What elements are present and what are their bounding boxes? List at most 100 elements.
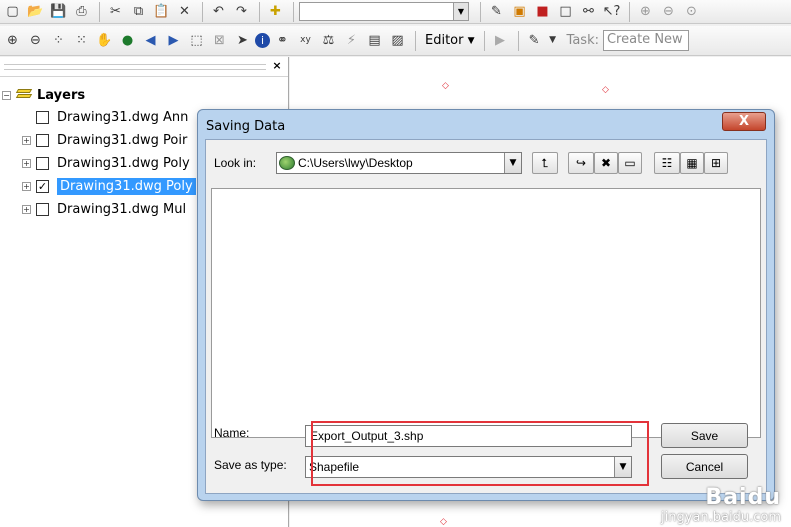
new-folder-icon[interactable]: ▭ [618,152,642,174]
layer-label: Drawing31.dwg Ann [57,109,189,125]
connect-folder-icon[interactable]: ↪ [568,152,594,174]
layer-visibility-checkbox[interactable] [36,133,49,147]
expand-icon[interactable]: + [22,181,31,191]
toc-layer-item[interactable]: + Drawing31.dwg Poir [22,129,187,151]
toolbar-separator [99,1,100,22]
clear-selection-icon[interactable]: ⊠ [209,30,230,51]
up-one-level-icon[interactable]: ⮤ [532,152,558,174]
toc-close-icon[interactable]: × [270,59,284,73]
watermark-url: jingyan.baidu.com [661,510,781,525]
save-button[interactable]: Save [661,423,748,448]
window-icon[interactable]: □ [555,1,576,22]
save-icon[interactable]: 💾 [48,1,69,22]
toolbox-icon[interactable]: ■ [532,1,553,22]
dialog-title: Saving Data [206,119,286,134]
copy-icon[interactable]: ⧉ [128,1,149,22]
toc-header: × [0,57,288,77]
layer-label: Drawing31.dwg Poir [57,132,188,148]
toolbar-separator [415,30,416,51]
toolbar-separator [293,1,294,22]
hyperlink-icon[interactable]: ⚡ [341,30,362,51]
layers-icon [15,88,33,102]
chevron-down-icon[interactable]: ▼ [453,3,468,20]
chevron-down-icon[interactable]: ▼ [504,153,521,173]
toolbar-separator [480,1,481,22]
pan-fixed-icon[interactable]: ⊙ [681,1,702,22]
look-in-combo[interactable]: C:\Users\lwy\Desktop ▼ [276,152,522,174]
toc-layer-item[interactable]: + Drawing31.dwg Mul [22,198,186,220]
forward-arrow-icon[interactable]: ▶ [163,30,184,51]
layer-visibility-checkbox[interactable] [36,202,49,216]
arcmap-window: ▢ 📂 💾 ⎙ ✂ ⧉ 📋 ✕ ↶ ↷ ✚ ▼ ✎ ▣ ■ □ ⚯ ↖? ⊕ ⊖… [0,0,791,527]
layer-label: Drawing31.dwg Poly [57,177,196,195]
find-binoculars-icon[interactable]: ⚭ [272,30,293,51]
expand-icon[interactable]: + [22,204,31,214]
fixed-zoom-in-icon[interactable]: ⁘ [48,30,69,51]
map-scale-combo[interactable]: ▼ [299,2,469,21]
measure-icon[interactable]: ⚖ [318,30,339,51]
standard-toolbar: ▢ 📂 💾 ⎙ ✂ ⧉ 📋 ✕ ↶ ↷ ✚ ▼ ✎ ▣ ■ □ ⚯ ↖? ⊕ ⊖… [0,0,791,24]
layer-visibility-checkbox[interactable] [36,156,49,170]
close-icon[interactable]: X [722,112,766,131]
whats-this-icon[interactable]: ↖? [601,1,622,22]
toc-layer-item[interactable]: + Drawing31.dwg Ann [22,106,188,128]
editor-menu-button[interactable]: Editor ▼ [421,30,479,51]
list-view-icon[interactable]: ☷ [654,152,680,174]
redo-icon[interactable]: ↷ [231,1,252,22]
fixed-zoom-out-icon[interactable]: ⁙ [71,30,92,51]
paste-icon[interactable]: 📋 [151,1,172,22]
cancel-button[interactable]: Cancel [661,454,748,479]
pan-hand-icon[interactable]: ✋ [94,30,115,51]
red-highlight-annotation [311,421,649,486]
full-extent-globe-icon[interactable]: ● [117,30,138,51]
back-arrow-icon[interactable]: ◀ [140,30,161,51]
toc-layer-item[interactable]: + Drawing31.dwg Poly [22,152,190,174]
select-features-icon[interactable]: ⬚ [186,30,207,51]
collapse-icon[interactable]: − [2,90,11,100]
toolbar-separator [259,1,260,22]
disconnect-folder-icon[interactable]: ✖ [594,152,618,174]
sketch-pencil-icon[interactable]: ✎ [524,30,545,51]
details-view-icon[interactable]: ▦ [680,152,704,174]
thumbnails-view-icon[interactable]: ⊞ [704,152,728,174]
map-feature-symbol: ◇ [442,81,449,91]
chevron-down-icon: ▼ [467,35,475,46]
edit-tool-icon[interactable]: ▶ [490,30,511,51]
toc-layer-item-selected[interactable]: + ✓ Drawing31.dwg Poly [22,175,196,197]
select-elements-icon[interactable]: ➤ [232,30,253,51]
expand-icon[interactable]: + [22,158,31,168]
dialog-body: Look in: C:\Users\lwy\Desktop ▼ ⮤ ↪ ✖ ▭ … [205,139,767,494]
model-builder-icon[interactable]: ⚯ [578,1,599,22]
chevron-down-icon[interactable]: ▼ [547,30,559,51]
look-in-label: Look in: [214,156,257,170]
baidu-logo: Baidu [705,485,781,510]
toc-drag-grip[interactable] [4,64,266,70]
catalog-icon[interactable]: ▣ [509,1,530,22]
layer-visibility-checkbox-checked[interactable]: ✓ [36,179,49,193]
cut-icon[interactable]: ✂ [105,1,126,22]
open-folder-icon[interactable]: 📂 [25,1,46,22]
time-slider-icon[interactable]: ▨ [387,30,408,51]
editor-toolbar-icon[interactable]: ✎ [486,1,507,22]
file-list-view[interactable] [211,188,761,438]
delete-icon[interactable]: ✕ [174,1,195,22]
save-as-type-label: Save as type: [214,458,287,472]
layer-visibility-checkbox[interactable] [36,110,49,124]
print-icon[interactable]: ⎙ [71,1,92,22]
toolbar-separator [629,1,630,22]
toc-root-layers[interactable]: − Layers [2,84,85,106]
zoom-out-icon[interactable]: ⊖ [25,30,46,51]
expand-icon[interactable]: + [22,135,31,145]
undo-icon[interactable]: ↶ [208,1,229,22]
new-document-icon[interactable]: ▢ [2,1,23,22]
task-combo[interactable]: Create New [602,30,689,51]
zoom-out-fixed-icon[interactable]: ⊖ [658,1,679,22]
zoom-in-icon[interactable]: ⊕ [2,30,23,51]
toc-root-label: Layers [37,87,86,103]
identify-icon[interactable]: i [255,33,270,48]
add-data-icon[interactable]: ✚ [265,1,286,22]
look-in-value: C:\Users\lwy\Desktop [298,156,413,170]
go-to-xy-icon[interactable]: xy [295,30,316,51]
zoom-in-fixed-icon[interactable]: ⊕ [635,1,656,22]
html-popup-icon[interactable]: ▤ [364,30,385,51]
